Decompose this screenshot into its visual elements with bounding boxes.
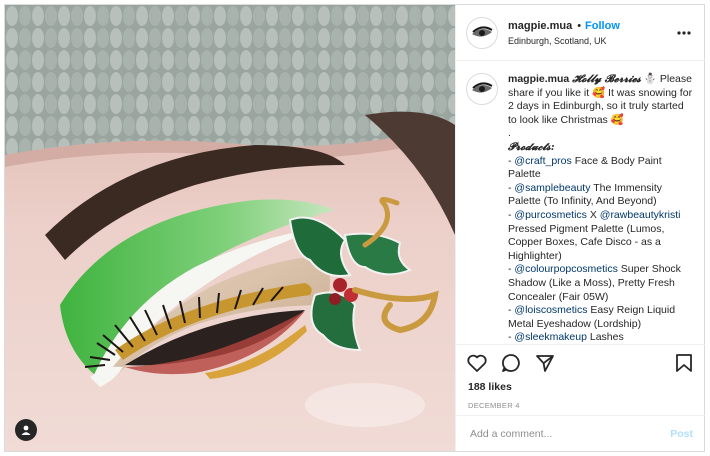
username-link[interactable]: magpie.mua: [508, 20, 572, 32]
product-list: - @craft_pros Face & Body Paint Palette …: [508, 154, 694, 344]
more-options-icon[interactable]: [675, 24, 693, 42]
product-item: - @colourpopcosmetics Super Shock Shadow…: [508, 263, 681, 303]
makeup-photo-illustration: [5, 5, 455, 451]
product-item: - @loiscosmetics Easy Reign Liquid Metal…: [508, 304, 676, 330]
bookmark-icon[interactable]: [673, 352, 695, 374]
caption-text: magpie.mua 𝓗𝓸𝓵𝓵𝔂 𝓑𝓮𝓻𝓻𝓲𝓮𝓼 ⛄ Please share …: [508, 73, 694, 344]
caption-first-line: magpie.mua 𝓗𝓸𝓵𝓵𝔂 𝓑𝓮𝓻𝓻𝓲𝓮𝓼 ⛄ Please share …: [508, 73, 694, 127]
heart-icon[interactable]: [466, 352, 488, 374]
post-header-text: magpie.mua • Follow Edinburgh, Scotland,…: [508, 20, 675, 46]
product-item: - @sleekmakeup Lashes: [508, 331, 624, 344]
product-item: - @craft_pros Face & Body Paint Palette: [508, 154, 662, 181]
header-line: magpie.mua • Follow: [508, 20, 675, 32]
like-count[interactable]: 188 likes: [456, 381, 705, 393]
caption-title: 𝓗𝓸𝓵𝓵𝔂 𝓑𝓮𝓻𝓻𝓲𝓮𝓼: [572, 73, 641, 85]
post-header: magpie.mua • Follow Edinburgh, Scotland,…: [456, 5, 705, 61]
post-photo[interactable]: [5, 5, 455, 451]
mention-link[interactable]: @colourpopcosmetics: [514, 263, 617, 275]
mention-link[interactable]: @purcosmetics: [514, 209, 587, 221]
post-comment-button[interactable]: Post: [670, 428, 693, 440]
avatar[interactable]: [466, 16, 498, 49]
mention-link[interactable]: @sleekmakeup: [514, 331, 587, 343]
avatar-eye-icon: [472, 82, 493, 93]
post-sidebar: magpie.mua • Follow Edinburgh, Scotland,…: [455, 5, 705, 451]
caption-scroll-area[interactable]: magpie.mua 𝓗𝓸𝓵𝓵𝔂 𝓑𝓮𝓻𝓻𝓲𝓮𝓼 ⛄ Please share …: [456, 61, 705, 345]
instagram-post: magpie.mua • Follow Edinburgh, Scotland,…: [4, 4, 705, 452]
comment-form: Post: [456, 415, 705, 451]
products-heading: 𝓟𝓻𝓸𝓭𝓾𝓬𝓽𝓼:: [508, 140, 555, 153]
mention-link[interactable]: @craft_pros: [514, 155, 571, 167]
action-bar: [456, 345, 705, 381]
snowman-emoji: ⛄: [643, 73, 657, 85]
comment-input[interactable]: [468, 426, 671, 441]
product-item: - @samplebeauty The Immensity Palette (T…: [508, 181, 663, 208]
comment-icon[interactable]: [500, 352, 522, 374]
mention-link[interactable]: @loiscosmetics: [514, 304, 587, 316]
follow-button[interactable]: Follow: [585, 20, 620, 32]
separator-dot: •: [577, 19, 582, 32]
avatar-eye-icon: [472, 25, 493, 37]
share-icon[interactable]: [534, 352, 556, 374]
user-tag-icon[interactable]: [15, 419, 37, 441]
caption-avatar[interactable]: [466, 73, 498, 105]
location-link[interactable]: Edinburgh, Scotland, UK: [508, 36, 675, 46]
mention-link[interactable]: @samplebeauty: [514, 182, 590, 194]
post-date[interactable]: DECEMBER 4: [456, 393, 705, 410]
caption-username[interactable]: magpie.mua: [508, 73, 569, 85]
product-item: - @purcosmetics X @rawbeautykristi Press…: [508, 208, 681, 262]
caption-dot: .: [508, 127, 511, 140]
mention-link[interactable]: @rawbeautykristi: [600, 209, 681, 221]
